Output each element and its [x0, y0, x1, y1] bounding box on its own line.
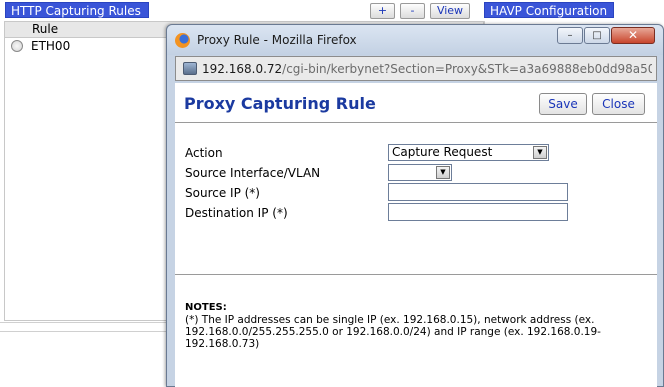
save-button[interactable]: Save — [539, 93, 587, 115]
popup-content: Proxy Capturing Rule Save Close Action C… — [175, 83, 657, 387]
http-capturing-rules-title: HTTP Capturing Rules — [5, 2, 149, 18]
maximize-button[interactable]: □ — [584, 27, 610, 44]
proxy-rule-popup-window: Proxy Rule - Mozilla Firefox – □ ✕ 192.1… — [166, 24, 664, 387]
remove-rule-button[interactable]: - — [400, 3, 425, 19]
destination-ip-label: Destination IP (*) — [185, 206, 288, 220]
window-titlebar[interactable]: Proxy Rule - Mozilla Firefox – □ ✕ — [167, 25, 663, 55]
divider — [0, 331, 170, 332]
source-ip-label: Source IP (*) — [185, 186, 260, 200]
rule-label: ETH00 — [31, 39, 71, 53]
minimize-button[interactable]: – — [557, 27, 583, 44]
firefox-icon — [175, 33, 190, 48]
destination-ip-input[interactable] — [388, 203, 568, 221]
source-ip-input[interactable] — [388, 183, 568, 201]
site-identity-icon[interactable] — [183, 62, 197, 75]
chevron-down-icon[interactable]: ▼ — [533, 146, 547, 159]
source-interface-label: Source Interface/VLAN — [185, 166, 321, 180]
rule-radio-button[interactable] — [11, 40, 23, 52]
form-title: Proxy Capturing Rule — [184, 94, 376, 113]
action-label: Action — [185, 146, 223, 160]
action-select[interactable]: Capture Request ▼ — [388, 144, 549, 161]
url-text[interactable]: 192.168.0.72/cgi-bin/kerbynet?Section=Pr… — [202, 62, 652, 76]
notes-title: NOTES: — [185, 302, 227, 313]
notes-text: (*) The IP addresses can be single IP (e… — [185, 314, 601, 350]
action-select-value: Capture Request — [392, 145, 493, 159]
window-close-button[interactable]: ✕ — [611, 27, 655, 44]
add-rule-button[interactable]: + — [370, 3, 395, 19]
divider — [175, 274, 657, 275]
havp-configuration-title: HAVP Configuration — [484, 2, 614, 18]
chevron-down-icon[interactable]: ▼ — [436, 166, 450, 179]
url-path: /cgi-bin/kerbynet?Section=Proxy&STk=a3a6… — [282, 62, 652, 76]
source-interface-select[interactable]: ▼ — [388, 164, 452, 181]
view-rule-button[interactable]: View — [430, 3, 470, 19]
close-button[interactable]: Close — [592, 93, 645, 115]
address-bar[interactable]: 192.168.0.72/cgi-bin/kerbynet?Section=Pr… — [175, 56, 657, 81]
form-header: Proxy Capturing Rule Save Close — [175, 83, 657, 123]
url-host: 192.168.0.72 — [202, 62, 283, 76]
window-title: Proxy Rule - Mozilla Firefox — [197, 33, 357, 47]
